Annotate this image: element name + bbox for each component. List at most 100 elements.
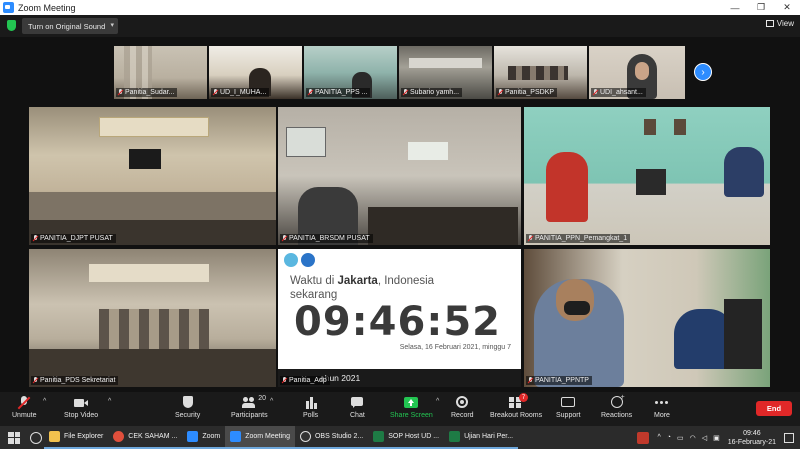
mic-muted-icon <box>33 377 38 384</box>
breakout-badge: 7 <box>519 393 529 402</box>
breakout-rooms-button[interactable]: 7 Breakout Rooms <box>490 393 542 419</box>
chevron-up-icon[interactable]: ^ <box>657 434 660 441</box>
clock-title: Waktu di Jakarta, Indonesia <box>290 275 435 287</box>
meeting-toolbar: Unmute ^ Stop Video ^ Security 20 Partic… <box>0 392 800 426</box>
network-icon[interactable]: ▭ <box>677 434 684 442</box>
os-taskbar: File Explorer CEK SAHAM ... Zoom Zoom Me… <box>0 426 800 449</box>
mic-muted-icon <box>403 89 408 96</box>
video-tile[interactable]: Panitia_PDS Sekretariat <box>29 249 276 387</box>
system-tray: ^ ◔ ▭ ◠ ◁ ▣ 09:46 16-February-21 <box>637 426 800 449</box>
mic-muted-icon <box>17 396 31 410</box>
support-button[interactable]: Support <box>556 396 581 419</box>
taskbar-app-obs[interactable]: OBS Studio 2... <box>294 426 369 449</box>
clock-time: 09:46:52 <box>294 299 501 345</box>
next-page-arrow-icon[interactable]: › <box>694 63 712 81</box>
security-button[interactable]: Security <box>175 396 200 419</box>
taskbar-clock[interactable]: 09:46 16-February-21 <box>728 429 776 447</box>
tray-app-icon[interactable]: ◔ <box>667 434 671 441</box>
participant-name-label: PANITIA_BRSDM PUSAT <box>280 234 373 243</box>
participant-thumbnail[interactable]: UDI_ahsant... <box>589 46 685 99</box>
chat-button[interactable]: Chat <box>350 396 365 419</box>
participants-icon: 20 <box>242 395 266 409</box>
window-controls: — ❐ ✕ <box>722 0 800 15</box>
original-sound-label: Turn on Original Sound <box>28 21 106 31</box>
taskbar-app-zoom[interactable]: Zoom <box>182 426 226 449</box>
video-tile-active-speaker[interactable]: PANITIA_DJPT PUSAT <box>29 107 276 245</box>
grid-view-icon <box>765 20 774 27</box>
participant-thumbnail[interactable]: Panitia_Sudar... <box>114 46 207 99</box>
logo-badges <box>284 253 315 267</box>
mic-muted-icon <box>213 89 218 96</box>
maximize-button[interactable]: ❐ <box>748 0 774 15</box>
taskbar-app-excel-sop[interactable]: SOP Host UD ... <box>368 426 445 449</box>
reactions-icon: + <box>610 394 625 409</box>
share-screen-button[interactable]: Share Screen <box>390 396 433 419</box>
participant-thumbnail[interactable]: UD_I_MUHA... <box>209 46 302 99</box>
participant-name-label: PANITIA_PPN_Pemangkat_1 <box>526 234 631 243</box>
participant-thumbnail[interactable]: Subario yamh... <box>399 46 492 99</box>
more-button[interactable]: More <box>654 396 670 419</box>
chevron-up-icon[interactable]: ^ <box>270 398 273 405</box>
encryption-shield-icon[interactable] <box>7 20 16 31</box>
close-button[interactable]: ✕ <box>774 0 800 15</box>
title-bar: Zoom Meeting — ❐ ✕ <box>0 0 800 15</box>
mic-muted-icon <box>282 235 287 242</box>
mic-muted-icon <box>593 89 598 96</box>
chevron-down-icon[interactable]: ▾ <box>110 21 114 29</box>
video-tile-shared-clock[interactable]: Waktu di Jakarta, Indonesia sekarang 09:… <box>278 249 521 387</box>
taskbar-app-zoom-meeting[interactable]: Zoom Meeting <box>225 426 295 449</box>
wifi-icon[interactable]: ◠ <box>690 434 696 442</box>
mic-muted-icon <box>282 377 287 384</box>
video-tile[interactable]: PANITIA_PPNTP <box>524 249 770 387</box>
clock-date: Selasa, 16 Februari 2021, minggu 7 <box>399 344 511 351</box>
video-tile[interactable]: PANITIA_BRSDM PUSAT <box>278 107 521 245</box>
chevron-up-icon[interactable]: ^ <box>436 398 439 405</box>
record-tray-icon[interactable] <box>637 431 650 444</box>
mic-muted-icon <box>308 89 313 96</box>
support-icon <box>561 396 576 409</box>
language-icon[interactable]: ▣ <box>713 434 720 442</box>
taskbar-app-chrome[interactable]: CEK SAHAM ... <box>108 426 183 449</box>
excel-icon <box>373 431 385 442</box>
window-title: Zoom Meeting <box>18 2 76 13</box>
excel-icon <box>449 431 461 442</box>
end-meeting-button[interactable]: End <box>756 401 792 416</box>
taskbar-app-excel-ujian[interactable]: Ujian Hari Per... <box>444 426 519 449</box>
video-tile[interactable]: PANITIA_PPN_Pemangkat_1 <box>524 107 770 245</box>
participant-name-label: Subario yamh... <box>401 88 463 97</box>
minimize-button[interactable]: — <box>722 0 748 15</box>
chevron-up-icon[interactable]: ^ <box>43 398 46 405</box>
obs-icon <box>299 431 311 442</box>
view-button[interactable]: View <box>765 19 794 28</box>
notifications-icon[interactable] <box>784 432 794 443</box>
meeting-top-bar: Turn on Original Sound ▾ View <box>0 15 800 37</box>
original-sound-button[interactable]: Turn on Original Sound ▾ <box>22 18 118 34</box>
video-icon <box>74 396 89 409</box>
record-icon <box>455 396 469 409</box>
participant-name-label: Panitia_PDS Sekretariat <box>31 376 119 385</box>
participant-thumbnail[interactable]: Panitia_PSDKP <box>494 46 587 99</box>
participant-name-label: PANITIA_DJPT PUSAT <box>31 234 116 243</box>
participant-name-label: Panitia_Sudar... <box>116 88 178 97</box>
zoom-icon <box>230 431 242 442</box>
chrome-icon <box>113 431 125 442</box>
kkp-logo-icon <box>284 253 298 267</box>
shield-icon <box>181 396 195 409</box>
participants-button[interactable]: 20 Participants <box>231 395 268 419</box>
chevron-up-icon[interactable]: ^ <box>108 398 111 405</box>
participant-thumbnail[interactable]: PANITIA_PPS ... <box>304 46 397 99</box>
windows-start-icon[interactable] <box>8 431 20 444</box>
mic-muted-icon <box>33 235 38 242</box>
stop-video-button[interactable]: Stop Video <box>64 396 98 419</box>
mic-muted-icon <box>528 235 533 242</box>
reactions-button[interactable]: + Reactions <box>601 394 632 419</box>
taskbar-app-file-explorer[interactable]: File Explorer <box>44 426 109 449</box>
unmute-button[interactable]: Unmute <box>12 396 37 419</box>
volume-icon[interactable]: ◁ <box>702 434 707 442</box>
polls-button[interactable]: Polls <box>303 396 318 419</box>
view-label: View <box>776 19 794 28</box>
more-icon <box>654 396 669 409</box>
participant-name-label: Panitia_PSDKP <box>496 88 558 97</box>
folder-icon <box>49 431 60 442</box>
record-button[interactable]: Record <box>451 396 474 419</box>
